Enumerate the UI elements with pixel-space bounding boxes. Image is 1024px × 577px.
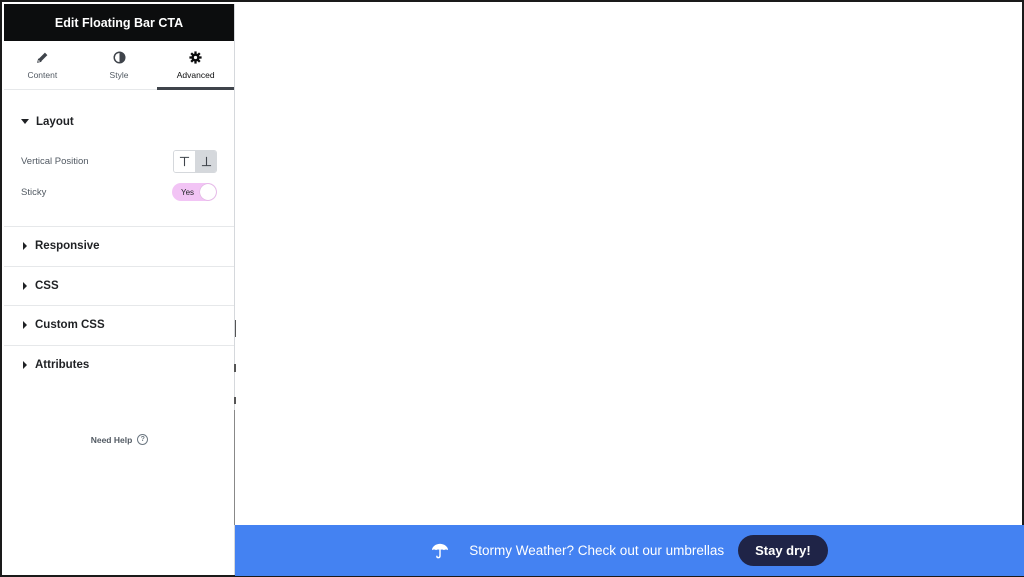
half-circle-icon	[112, 51, 126, 65]
umbrella-icon	[431, 543, 449, 559]
section-responsive-header[interactable]: Responsive	[4, 227, 234, 266]
sticky-label: Sticky	[21, 186, 47, 198]
tab-content-label: Content	[27, 69, 58, 80]
align-bottom-icon	[201, 156, 211, 166]
tab-advanced[interactable]: Advanced	[157, 41, 234, 90]
section-layout: Layout Vertical Position Sticky Yes	[4, 90, 234, 227]
floating-bar-text: Stormy Weather? Check out our umbrellas	[469, 543, 725, 558]
section-layout-header[interactable]: Layout	[4, 90, 234, 153]
section-responsive: Responsive	[4, 227, 234, 267]
floating-bar: Stormy Weather? Check out our umbrellas …	[235, 525, 1024, 576]
divider	[234, 397, 236, 404]
section-css-title: CSS	[35, 279, 59, 292]
section-responsive-title: Responsive	[35, 240, 100, 253]
vertical-position-control: Vertical Position	[4, 149, 234, 173]
align-top-icon	[179, 156, 190, 166]
editor-panel: Edit Floating Bar CTA Content Style Adva…	[4, 4, 235, 575]
need-help-label: Need Help	[90, 434, 133, 445]
align-bottom-button[interactable]	[195, 150, 216, 172]
section-custom-css-header[interactable]: Custom CSS	[4, 306, 234, 345]
caret-right-icon	[23, 361, 27, 370]
section-attributes-header[interactable]: Attributes	[4, 346, 234, 386]
section-attributes-title: Attributes	[35, 359, 90, 372]
divider	[234, 410, 235, 525]
vertical-position-choices	[173, 149, 217, 173]
tab-style[interactable]: Style	[81, 41, 158, 89]
toggle-knob	[200, 184, 216, 200]
divider	[235, 320, 236, 337]
section-attributes: Attributes	[4, 346, 234, 386]
section-custom-css: Custom CSS	[4, 306, 234, 346]
pencil-icon	[36, 51, 49, 65]
vertical-position-label: Vertical Position	[21, 155, 89, 167]
gear-icon	[189, 51, 202, 65]
help-circle-icon: ?	[137, 434, 149, 445]
panel-title: Edit Floating Bar CTA	[4, 4, 234, 41]
sticky-control: Sticky Yes	[4, 182, 234, 202]
section-layout-title: Layout	[36, 115, 74, 128]
panel-tabs: Content Style Advanced	[4, 41, 234, 90]
tab-content[interactable]: Content	[4, 41, 81, 89]
caret-right-icon	[23, 321, 27, 330]
tab-advanced-label: Advanced	[176, 69, 215, 80]
section-custom-css-title: Custom CSS	[35, 319, 105, 332]
tab-style-label: Style	[109, 69, 129, 80]
section-css-header[interactable]: CSS	[4, 267, 234, 306]
sticky-toggle[interactable]: Yes	[172, 183, 217, 201]
caret-right-icon	[23, 281, 27, 290]
editor-window: Edit Floating Bar CTA Content Style Adva…	[0, 0, 1024, 577]
caret-down-icon	[21, 119, 29, 124]
divider	[234, 364, 236, 372]
caret-right-icon	[23, 242, 27, 251]
need-help-link[interactable]: Need Help ?	[4, 434, 235, 445]
section-css: CSS	[4, 267, 234, 306]
sticky-toggle-label: Yes	[181, 187, 195, 197]
align-top-button[interactable]	[174, 150, 195, 172]
stay-dry-button[interactable]: Stay dry!	[738, 535, 828, 566]
